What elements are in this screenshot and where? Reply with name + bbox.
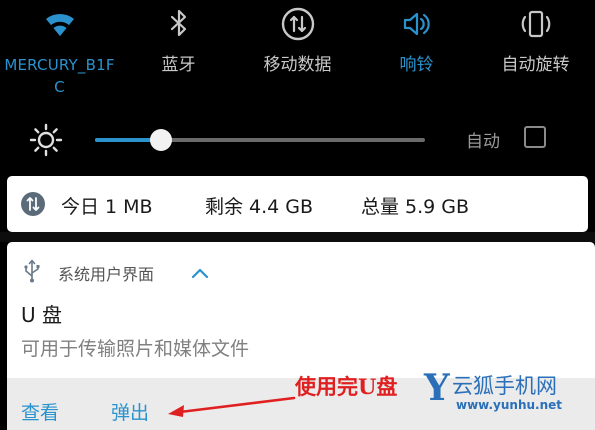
eject-button[interactable]: 弹出: [111, 398, 149, 425]
watermark-name: 云狐手机网: [452, 374, 557, 398]
notification-header: 系统用户界面: [7, 258, 595, 284]
auto-rotate-tile[interactable]: 自动旋转: [476, 0, 595, 100]
ringer-tile[interactable]: 响铃: [357, 0, 476, 100]
wifi-icon: [42, 6, 78, 42]
wifi-tile-label: MERCURY_B1FC: [4, 56, 115, 96]
data-total: 总量 5.9 GB: [361, 196, 470, 218]
quick-settings-panel: MERCURY_B1FC 蓝牙 移动数据 响铃 自动旋转 自动: [0, 0, 595, 168]
watermark: Y 云狐手机网 www.yunhu.net: [424, 368, 595, 418]
mobile-data-tile[interactable]: 移动数据: [238, 0, 357, 100]
notification-title: U 盘: [21, 303, 62, 327]
data-usage-card[interactable]: 今日 1 MB 剩余 4.4 GB 总量 5.9 GB: [7, 176, 588, 232]
volume-icon: [399, 6, 435, 42]
brightness-icon: [28, 122, 64, 158]
brightness-row: 自动: [0, 110, 595, 166]
rotate-icon: [518, 6, 554, 42]
data-today: 今日 1 MB: [61, 196, 153, 218]
annotation-text: 使用完U盘: [295, 374, 398, 399]
notification-body: 可用于传输照片和媒体文件: [21, 338, 250, 360]
brightness-slider-track[interactable]: [95, 138, 425, 142]
ringer-tile-label: 响铃: [399, 55, 434, 75]
mobile-data-tile-label: 移动数据: [263, 55, 332, 75]
mobile-data-icon: [280, 6, 316, 42]
watermark-url: www.yunhu.net: [456, 398, 563, 412]
background-strip: [0, 232, 595, 242]
notification-app-name: 系统用户界面: [58, 265, 155, 284]
data-remaining: 剩余 4.4 GB: [205, 196, 314, 218]
usb-icon: [21, 258, 43, 284]
auto-brightness-label: 自动: [466, 132, 500, 152]
auto-rotate-tile-label: 自动旋转: [501, 55, 570, 75]
brightness-slider-thumb[interactable]: [150, 129, 172, 151]
watermark-logo: Y: [424, 367, 450, 409]
auto-brightness-checkbox[interactable]: [524, 126, 546, 148]
bluetooth-icon: [161, 6, 197, 42]
view-button[interactable]: 查看: [21, 398, 59, 425]
mobile-data-icon: [20, 191, 46, 217]
chevron-up-icon[interactable]: [191, 264, 209, 279]
bluetooth-tile[interactable]: 蓝牙: [119, 0, 238, 100]
bluetooth-tile-label: 蓝牙: [161, 55, 196, 75]
wifi-tile[interactable]: MERCURY_B1FC: [0, 0, 119, 100]
annotation-arrow-icon: [168, 396, 296, 417]
